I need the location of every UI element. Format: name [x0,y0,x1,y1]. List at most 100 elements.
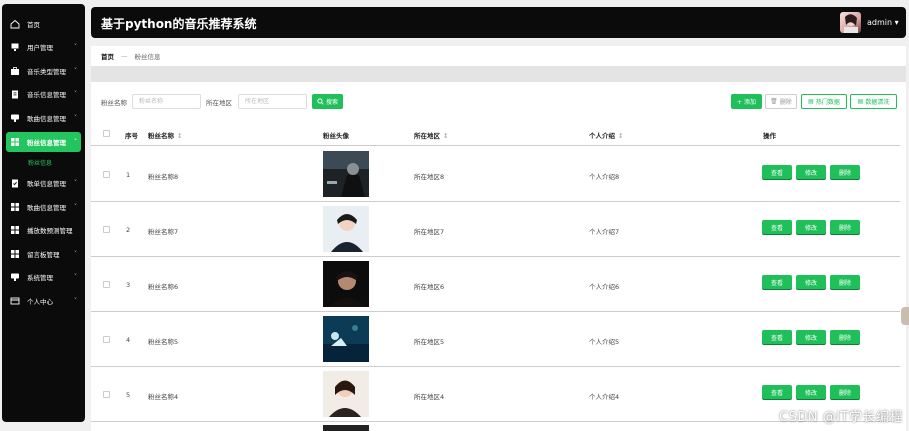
data-clean-button[interactable]: ▤ 数据清洗 [850,94,897,109]
delete-row-button[interactable]: 删除 [830,165,860,179]
user-menu[interactable]: admin ▾ [867,18,899,27]
avatar-image-icon [844,14,858,33]
top-header: 基于python的音乐推荐系统 admin ▾ [91,7,906,38]
row-checkbox[interactable] [103,226,110,233]
sidebar-item[interactable]: 个人中心 ˅ [2,289,85,313]
sidebar-item[interactable]: 系统管理 ˅ [2,266,85,290]
sidebar-item[interactable]: 首页 [2,12,85,36]
fan-name-label: 粉丝名称 [101,99,127,107]
app-title: 基于python的音乐推荐系统 [101,17,257,31]
delete-button[interactable]: 🗑 删除 [765,94,797,109]
breadcrumb-current: 粉丝信息 [134,53,161,61]
edit-button[interactable]: 修改 [796,330,826,344]
column-header: 序号 [125,132,138,140]
search-button[interactable]: 搜索 [312,94,343,109]
delete-row-button[interactable]: 删除 [830,275,860,289]
sidebar-item-label: 歌单信息管理 [27,180,66,189]
select-all-checkbox[interactable] [103,130,110,137]
table-row: 1 粉丝名称8 所在地区8 个人介绍8 查看 修改 删除 [91,147,900,202]
area-cell: 所在地区5 [414,338,445,346]
hot-data-button[interactable]: ▤ 热门数据 [801,94,847,109]
breadcrumb-home[interactable]: 首页 [101,51,114,61]
main-panel: 粉丝名称 粉丝名称 所在地区 所在地区 搜索 + 添加 🗑 删除 ▤ 热门数据 [91,82,906,431]
column-header: 粉丝头像 [323,132,349,140]
avatar-thumbnail [323,206,369,252]
id-card-icon [10,296,20,306]
sidebar-item-label: 音乐类型管理 [27,67,66,76]
fan-name-input[interactable]: 粉丝名称 [132,94,201,109]
column-header[interactable]: 所在地区 ↕ [414,130,448,140]
fan-name-cell: 粉丝名称4 [148,393,179,401]
area-cell: 所在地区4 [414,393,445,401]
table-row: 2 粉丝名称7 所在地区7 个人介绍7 查看 修改 删除 [91,202,900,257]
search-icon [317,98,324,105]
view-button[interactable]: 查看 [762,385,792,399]
view-button[interactable]: 查看 [762,165,792,179]
view-button[interactable]: 查看 [762,275,792,289]
chart-icon: ▤ [857,98,864,105]
chevron-down-icon: ˅ [74,273,77,281]
avatar-thumbnail [323,371,369,417]
sidebar-item[interactable]: 歌曲信息管理 ˅ [2,195,85,219]
edit-button[interactable]: 修改 [796,385,826,399]
chevron-down-icon: ˅ [74,250,77,258]
delete-row-button[interactable]: 删除 [830,220,860,234]
sidebar-item-label: 留言板管理 [27,250,60,259]
sidebar-subitem[interactable]: 粉丝信息 [2,154,85,172]
sidebar-item-label: 音乐信息管理 [27,91,66,100]
fan-name-cell: 粉丝名称7 [148,228,179,236]
sidebar-item[interactable]: 粉丝信息管理 ˄ [6,131,81,152]
chevron-down-icon: ˅ [74,67,77,75]
grid-icon [10,202,20,212]
clipboard-check-icon [10,178,20,188]
briefcase-icon [10,66,20,76]
sidebar-item[interactable]: 歌单信息管理 ˅ [2,172,85,196]
avatar[interactable] [840,12,861,33]
chat-icon [10,272,20,282]
chevron-down-icon: ˅ [74,179,77,187]
delete-row-button[interactable]: 删除 [830,330,860,344]
row-index: 4 [126,336,131,344]
table-row: 3 粉丝名称6 所在地区6 个人介绍6 查看 修改 删除 [91,257,900,312]
edit-button[interactable]: 修改 [796,165,826,179]
sidebar-item-label: 歌曲信息管理 [27,203,66,212]
column-header[interactable]: 粉丝名称 ↕ [148,130,182,140]
sort-icon[interactable]: ↕ [618,132,623,140]
add-button[interactable]: + 添加 [731,94,762,109]
row-checkbox[interactable] [103,171,110,178]
column-header[interactable]: 个人介绍 ↕ [589,130,623,140]
row-checkbox[interactable] [103,281,110,288]
delete-row-button[interactable]: 删除 [830,385,860,399]
sidebar-item-label: 播放数预测管理 [27,227,73,236]
table-header: 序号 粉丝名称 ↕ 粉丝头像 所在地区 ↕ 个人介绍 ↕ 操作 [91,122,900,146]
data-clean-label: 数据清洗 [865,99,890,106]
sidebar: 首页 用户管理 ˅ 音乐类型管理 ˅ 音乐信息管理 ˅ 歌曲信息管理 ˅ 粉丝信息管理 ˄ 粉丝信息歌… [2,4,85,422]
home-icon [10,19,20,29]
avatar-thumbnail [323,151,369,197]
chevron-down-icon: ˅ [74,114,77,122]
intro-cell: 个人介绍5 [589,338,620,346]
sidebar-item[interactable]: 音乐信息管理 ˅ [2,83,85,107]
edit-button[interactable]: 修改 [796,275,826,289]
trash-icon: 🗑 [770,98,778,105]
floating-widget[interactable] [901,307,909,325]
view-button[interactable]: 查看 [762,220,792,234]
sidebar-item[interactable]: 用户管理 ˅ [2,36,85,60]
breadcrumb: 首页 — 粉丝信息 [91,46,906,66]
sort-icon[interactable]: ↕ [177,132,182,140]
view-button[interactable]: 查看 [762,330,792,344]
area-input[interactable]: 所在地区 [238,94,307,109]
sidebar-item[interactable]: 音乐类型管理 ˅ [2,59,85,83]
row-checkbox[interactable] [103,391,110,398]
sidebar-item-label: 粉丝信息管理 [27,138,66,147]
row-checkbox[interactable] [103,336,110,343]
breadcrumb-separator: — [121,52,128,60]
sidebar-item-label: 首页 [27,20,40,29]
sidebar-item[interactable]: 留言板管理 ˅ [2,242,85,266]
sidebar-item[interactable]: 歌曲信息管理 ˅ [2,106,85,130]
sort-icon[interactable]: ↕ [443,132,448,140]
edit-button[interactable]: 修改 [796,220,826,234]
area-cell: 所在地区6 [414,283,445,291]
sidebar-item[interactable]: 播放数预测管理 [2,219,85,243]
sidebar-item-label: 歌曲信息管理 [27,114,66,123]
